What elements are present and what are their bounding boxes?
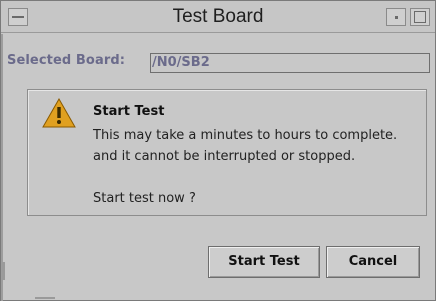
maximize-icon	[414, 11, 426, 23]
selected-board-label: Selected Board:	[7, 53, 126, 68]
dialog-content: Selected Board: /N0/SB2 Start Test This …	[7, 34, 431, 296]
maximize-button[interactable]	[410, 8, 430, 26]
minimize-icon	[395, 16, 398, 19]
window-title: Test Board	[172, 6, 264, 27]
warning-icon	[42, 98, 76, 128]
message-line-2: and it cannot be interrupted or stopped.	[93, 149, 356, 164]
selected-board-field: /N0/SB2	[150, 53, 430, 73]
title-bar[interactable]: Test Board	[1, 1, 435, 33]
minimize-button[interactable]	[386, 8, 406, 26]
start-test-button[interactable]: Start Test	[208, 246, 320, 278]
message-line-4: Start test now ?	[93, 191, 196, 206]
message-title: Start Test	[93, 104, 165, 119]
cancel-button[interactable]: Cancel	[326, 246, 420, 278]
test-board-dialog: Test Board Selected Board: /N0/SB2 Start…	[0, 0, 436, 301]
resize-handle-left[interactable]	[2, 262, 5, 280]
window-left-border[interactable]	[1, 34, 3, 301]
message-panel: Start Test This may take a minutes to ho…	[27, 89, 427, 216]
message-line-1: This may take a minutes to hours to comp…	[93, 128, 398, 143]
resize-handle-bottom[interactable]	[35, 297, 55, 299]
